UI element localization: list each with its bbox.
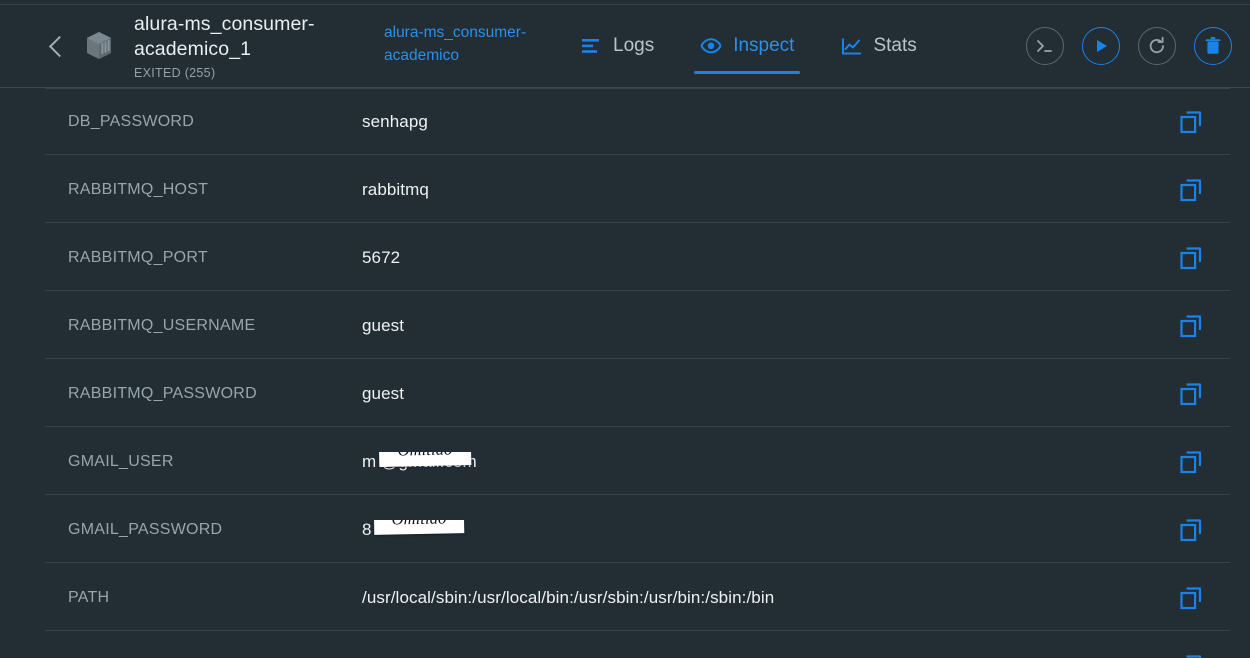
restart-button[interactable] — [1138, 27, 1176, 65]
container-actions — [1026, 27, 1250, 65]
env-value: guest — [362, 383, 405, 403]
table-row: DB_PASSWORD senhapg — [0, 88, 1250, 156]
env-value-text: 8 — [362, 519, 372, 539]
table-row: RABBITMQ_PASSWORD guest — [0, 360, 1250, 428]
container-header: alura-ms_consumer-academico_1 EXITED (25… — [0, 5, 1250, 88]
copy-button[interactable] — [1178, 585, 1250, 611]
env-value: /usr/local/sbin:/usr/local/bin:/usr/sbin… — [362, 587, 775, 607]
env-value: m @gmail.com Omitido — [362, 451, 1178, 472]
table-row: GMAIL_USER m @gmail.com Omitido — [0, 428, 1250, 496]
copy-button[interactable] — [1178, 109, 1250, 135]
table-row: PATH /usr/local/sbin:/usr/local/bin:/usr… — [0, 564, 1250, 632]
view-tabs: Logs Inspect Stats — [564, 5, 1026, 87]
chevron-left-icon — [48, 35, 71, 57]
page-title: alura-ms_consumer-academico_1 — [134, 13, 315, 60]
env-value: senhapg — [362, 111, 428, 131]
env-value: 8 Omitido — [362, 519, 1178, 540]
env-key: RABBITMQ_HOST — [68, 180, 209, 198]
project-link[interactable]: alura-ms_consumer-academico — [384, 21, 564, 67]
back-button[interactable] — [34, 16, 80, 76]
tab-stats-label: Stats — [873, 35, 917, 56]
copy-button[interactable] — [1178, 177, 1250, 203]
env-value: guest — [362, 315, 405, 335]
redaction-sticker: Omitido — [378, 451, 472, 467]
env-value: rabbitmq — [362, 179, 429, 199]
tab-inspect-label: Inspect — [733, 35, 795, 56]
table-row: GMAIL_PASSWORD 8 Omitido — [0, 496, 1250, 564]
container-inspect-page: alura-ms_consumer-academico_1 EXITED (25… — [0, 0, 1250, 658]
tab-inspect[interactable]: Inspect — [694, 5, 801, 87]
inspect-env-table: DB_PASSWORD senhapg RABBITMQ_HOST rabbit… — [0, 88, 1250, 658]
env-key: GMAIL_USER — [68, 452, 174, 470]
logs-list-icon — [580, 35, 602, 57]
start-button[interactable] — [1082, 27, 1120, 65]
copy-button[interactable] — [1178, 517, 1250, 543]
table-row: RABBITMQ_USERNAME guest — [0, 292, 1250, 360]
table-row: RABBITMQ_HOST rabbitmq — [0, 156, 1250, 224]
env-key: RABBITMQ_PASSWORD — [68, 384, 257, 402]
env-value: 5672 — [362, 247, 401, 267]
env-key: RABBITMQ_PORT — [68, 248, 208, 266]
line-chart-icon — [840, 35, 862, 57]
redaction-sticker: Omitido — [373, 519, 465, 535]
copy-button[interactable] — [1178, 449, 1250, 475]
tab-logs[interactable]: Logs — [574, 5, 660, 87]
container-title-block: alura-ms_consumer-academico_1 EXITED (25… — [134, 10, 384, 82]
env-key: PATH — [68, 588, 110, 606]
env-key: DB_PASSWORD — [68, 112, 195, 130]
delete-button[interactable] — [1194, 27, 1232, 65]
env-key: RABBITMQ_USERNAME — [68, 316, 256, 334]
container-cube-icon — [82, 28, 116, 64]
table-row: PHPIZE_DEPS autoconf dpkg-dev file g++ g… — [0, 632, 1250, 658]
copy-button[interactable] — [1178, 653, 1250, 658]
tab-stats[interactable]: Stats — [834, 5, 922, 87]
eye-icon — [700, 35, 722, 57]
exec-terminal-button[interactable] — [1026, 27, 1064, 65]
table-row: RABBITMQ_PORT 5672 — [0, 224, 1250, 292]
copy-button[interactable] — [1178, 313, 1250, 339]
tab-logs-label: Logs — [613, 35, 655, 56]
copy-button[interactable] — [1178, 245, 1250, 271]
tab-active-underline — [694, 71, 801, 74]
copy-button[interactable] — [1178, 381, 1250, 407]
status-badge: EXITED (255) — [134, 66, 216, 80]
env-key: GMAIL_PASSWORD — [68, 520, 223, 538]
